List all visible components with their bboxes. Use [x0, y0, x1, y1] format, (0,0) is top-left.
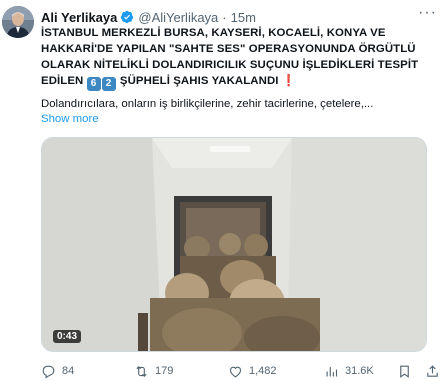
- show-more-link[interactable]: Show more: [41, 113, 99, 125]
- tweet-line-4-prefix: EDİLEN: [41, 75, 84, 87]
- retweet-icon: [136, 365, 147, 377]
- retweet-count: 179: [155, 365, 174, 377]
- retweet-button[interactable]: 179: [134, 362, 173, 380]
- views-chart-icon: [326, 366, 338, 376]
- share-icon: [427, 364, 438, 377]
- action-bar: 84 179 1,482 31.6K: [41, 362, 438, 380]
- bookmark-button[interactable]: [397, 362, 418, 380]
- keycap-digit-2-icon: 2: [101, 77, 116, 91]
- tweet-text: İSTANBUL MERKEZLİ BURSA, KAYSERİ, KOCAEL…: [41, 25, 437, 91]
- like-count: 1,482: [249, 365, 277, 377]
- author-handle[interactable]: @AliYerlikaya: [138, 10, 218, 25]
- tweet-time[interactable]: 15m: [231, 10, 256, 25]
- tweet-line-3: OLARAK NİTELİKLİ DOLANDIRICILIK SUÇUNU İ…: [41, 59, 419, 71]
- video-duration: 0:43: [53, 330, 82, 343]
- bookmark-icon: [400, 365, 409, 378]
- separator-dot: ·: [222, 9, 227, 25]
- author-name[interactable]: Ali Yerlikaya: [41, 10, 117, 25]
- tweet-line-4-suffix: ŞÜPHELİ ŞAHIS YAKALANDI: [119, 75, 279, 87]
- tweet-line-4: EDİLEN 62 ŞÜPHELİ ŞAHIS YAKALANDI ❗: [41, 73, 437, 91]
- views-button[interactable]: 31.6K: [324, 362, 374, 380]
- views-count: 31.6K: [345, 365, 374, 377]
- exclamation-icon: ❗: [281, 75, 297, 87]
- avatar[interactable]: [2, 6, 34, 38]
- reply-icon: [42, 365, 55, 378]
- tweet-header: Ali Yerlikaya @AliYerlikaya · 15m: [41, 8, 435, 26]
- like-button[interactable]: 1,482: [228, 362, 277, 380]
- video-frame: [42, 138, 426, 351]
- heart-icon: [229, 366, 242, 377]
- tweet-line-1: İSTANBUL MERKEZLİ BURSA, KAYSERİ, KOCAEL…: [41, 27, 386, 39]
- tweet-line-2: HAKKARİ'DE YAPILAN "SAHTE SES" OPERASYON…: [41, 43, 416, 55]
- video-player[interactable]: 0:43: [41, 137, 427, 352]
- reply-count: 84: [62, 365, 75, 377]
- tweet[interactable]: Ali Yerlikaya @AliYerlikaya · 15m ··· İS…: [0, 0, 445, 381]
- share-button[interactable]: [425, 362, 445, 380]
- verified-badge-icon: [120, 10, 134, 24]
- reply-button[interactable]: 84: [41, 362, 74, 380]
- tweet-snippet: Dolandırıcılara, onların iş birlikçileri…: [41, 98, 374, 110]
- more-options-icon[interactable]: ···: [418, 5, 437, 21]
- keycap-digit-6-icon: 6: [86, 77, 101, 91]
